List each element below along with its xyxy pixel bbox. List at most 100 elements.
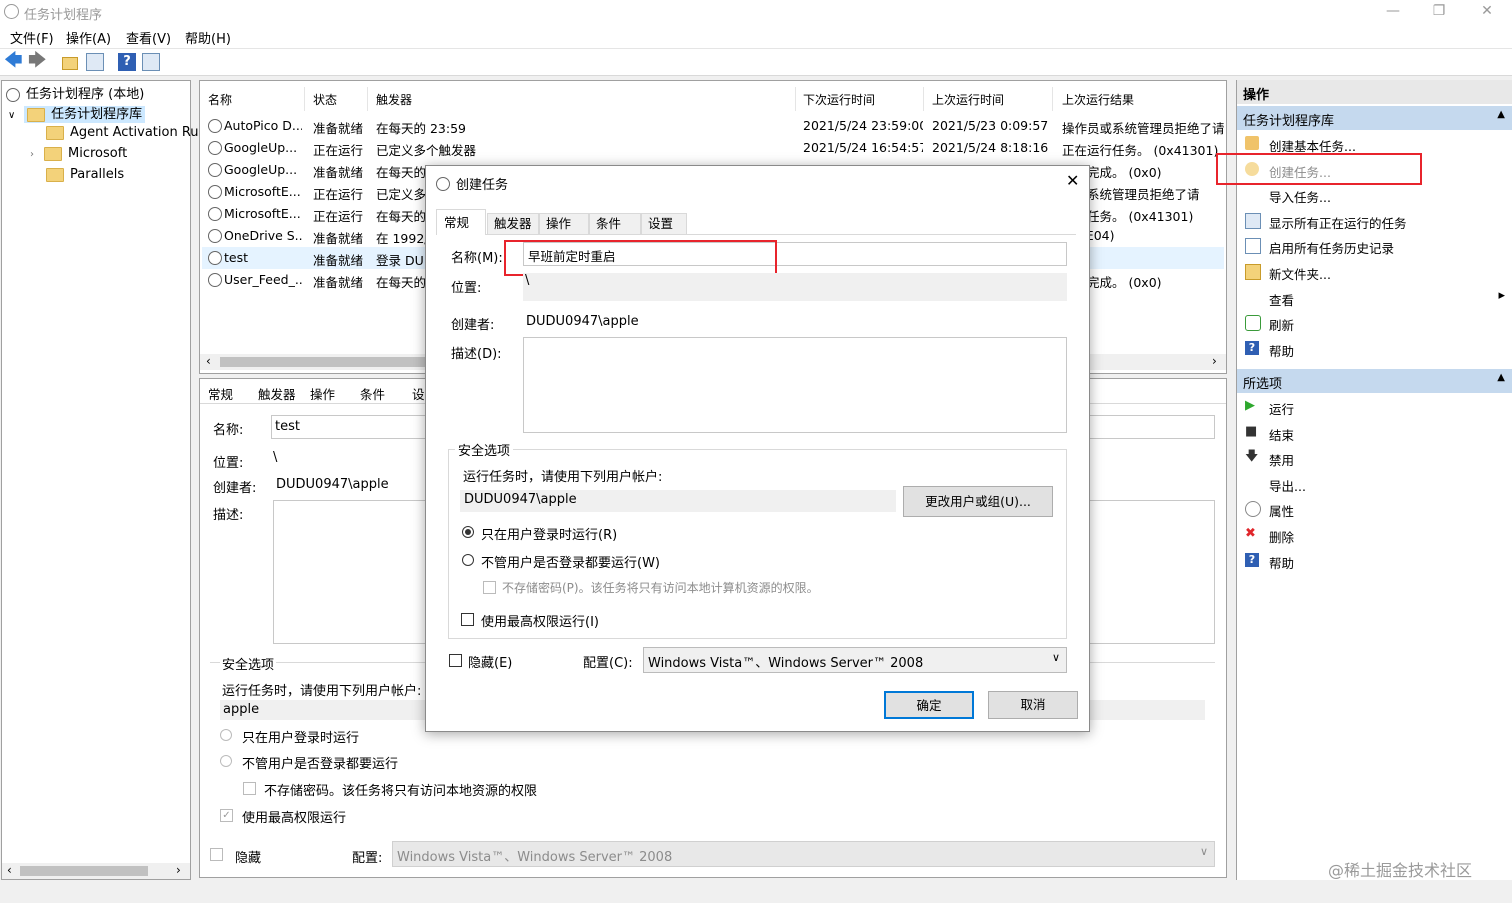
scroll-thumb[interactable] <box>220 357 440 367</box>
dialog-tab-conditions[interactable]: 条件 <box>589 213 641 235</box>
col-header-trigger[interactable]: 触发器 <box>376 91 412 108</box>
col-header-last-result[interactable]: 上次运行结果 <box>1062 91 1134 108</box>
action-item[interactable]: 导出... <box>1237 471 1512 497</box>
folder-icon <box>46 125 64 140</box>
task-cell-last: 2021/5/23 0:09:57 <box>932 118 1049 133</box>
details-tab-actions[interactable]: 操作 <box>310 384 335 403</box>
config-select[interactable]: Windows Vista™、Windows Server™ 2008 ∨ <box>643 647 1067 673</box>
actions-header: 操作 <box>1237 80 1512 104</box>
chevron-right-icon[interactable]: › <box>30 149 44 160</box>
help-icon[interactable]: ? <box>118 53 136 71</box>
back-arrow-icon[interactable]: 🡄 <box>4 52 23 71</box>
show-hide-console-icon[interactable] <box>86 53 104 71</box>
action-item[interactable]: ▶ 运行 <box>1237 394 1512 420</box>
restore-button[interactable]: ❐ <box>1416 0 1462 24</box>
table-row[interactable]: AutoPico D... 准备就绪 在每天的 23:59 2021/5/24 23:… <box>202 115 1225 137</box>
action-item[interactable]: 🡇 禁用 <box>1237 445 1512 471</box>
check-highest-privileges[interactable] <box>461 613 474 626</box>
tree-library[interactable]: ∨ 任务计划程序库 <box>8 103 146 123</box>
show-action-pane-icon[interactable] <box>142 53 160 71</box>
check-hidden[interactable] <box>449 654 462 667</box>
minimize-button[interactable]: — <box>1370 0 1416 24</box>
menu-action[interactable]: 操作(A) <box>66 28 111 47</box>
menu-view[interactable]: 查看(V) <box>126 28 171 47</box>
dialog-tab-triggers[interactable]: 触发器 <box>487 213 539 235</box>
action-label: 查看 <box>1269 292 1295 308</box>
task-clock-icon <box>208 207 222 221</box>
details-config-label: 配置: <box>352 851 383 866</box>
task-cell-status: 准备就绪 <box>313 231 364 246</box>
action-item[interactable]: 属性 <box>1237 496 1512 522</box>
ok-button[interactable]: 确定 <box>884 691 974 719</box>
dialog-desc-input[interactable] <box>523 337 1067 433</box>
action-label: 显示所有正在运行的任务 <box>1269 215 1407 231</box>
actions-section-selected[interactable]: 所选项 ▲ <box>1237 369 1512 393</box>
action-item[interactable]: ✖ 删除 <box>1237 522 1512 548</box>
action-item[interactable]: ? 帮助 <box>1237 548 1512 574</box>
details-tab-triggers[interactable]: 触发器 <box>258 384 296 403</box>
dialog-tab-settings[interactable]: 设置 <box>641 213 687 235</box>
radio-whether-logged-on[interactable] <box>462 554 474 566</box>
action-label: 结束 <box>1269 427 1295 443</box>
scroll-thumb[interactable] <box>20 866 148 876</box>
cancel-button[interactable]: 取消 <box>988 691 1078 719</box>
dialog-location-label: 位置: <box>451 281 482 296</box>
tree-hscrollbar[interactable]: ‹ › <box>2 863 190 879</box>
menu-help[interactable]: 帮助(H) <box>185 28 231 47</box>
dialog-tab-general[interactable]: 常规 <box>436 209 486 235</box>
opt-highest-label: 使用最高权限运行(I) <box>481 615 599 630</box>
action-item[interactable]: 新文件夹... <box>1237 259 1512 285</box>
scroll-right-icon[interactable]: › <box>1212 354 1217 368</box>
details-config-value: Windows Vista™、Windows Server™ 2008 <box>397 850 673 865</box>
properties-icon <box>1245 501 1261 518</box>
task-cell-trigger: 在每天的 23:59 <box>376 121 466 136</box>
scroll-left-icon[interactable]: ‹ <box>7 863 12 877</box>
dialog-close-icon[interactable]: ✕ <box>1066 171 1079 190</box>
title-bar: 任务计划程序 — ❐ ✕ <box>0 0 1512 24</box>
forward-arrow-icon[interactable]: 🡆 <box>28 52 47 71</box>
collapse-up-icon[interactable]: ▲ <box>1497 372 1505 383</box>
tree-item-label: Microsoft <box>68 146 128 161</box>
action-item[interactable]: ■ 结束 <box>1237 420 1512 446</box>
col-header-name[interactable]: 名称 <box>208 91 232 108</box>
chevron-down-icon[interactable]: ∨ <box>8 110 20 121</box>
action-item[interactable]: 启用所有任务历史记录 <box>1237 233 1512 259</box>
details-tab-conditions[interactable]: 条件 <box>360 384 385 403</box>
task-cell-next: 2021/5/24 16:54:57 <box>803 140 923 155</box>
tree-item-parallels[interactable]: Parallels <box>46 167 124 187</box>
task-cell-result: 操作员或系统管理员拒绝了请 <box>1062 121 1225 136</box>
details-tab-settings[interactable]: 设 <box>412 384 425 403</box>
action-label: 帮助 <box>1269 555 1295 571</box>
col-header-last-run[interactable]: 上次运行时间 <box>932 91 1004 108</box>
menu-file[interactable]: 文件(F) <box>10 28 54 47</box>
action-item[interactable]: 导入任务... <box>1237 182 1512 208</box>
action-item[interactable]: ? 帮助 <box>1237 336 1512 362</box>
tree-root[interactable]: 任务计划程序 (本地) <box>6 83 144 103</box>
radio-logged-on[interactable] <box>462 526 474 538</box>
task-clock-icon <box>208 273 222 287</box>
action-item[interactable]: 查看 ▸ <box>1237 285 1512 311</box>
scroll-left-icon[interactable]: ‹ <box>206 354 211 368</box>
task-cell-status: 准备就绪 <box>313 275 364 290</box>
col-header-status[interactable]: 状态 <box>313 91 337 108</box>
tree-item-agent[interactable]: Agent Activation Rui <box>46 125 202 145</box>
task-cell-name: AutoPico D... <box>224 118 302 133</box>
tree-item-microsoft[interactable]: › Microsoft <box>30 146 127 166</box>
import-icon <box>1245 187 1259 201</box>
task-cell-name: GoogleUp... <box>224 162 298 177</box>
change-user-button[interactable]: 更改用户或组(U)... <box>903 486 1053 517</box>
table-row[interactable]: GoogleUp... 正在运行 已定义多个触发器 2021/5/24 16:54:5… <box>202 137 1224 159</box>
details-author-label: 创建者: <box>213 481 257 496</box>
action-item[interactable]: 显示所有正在运行的任务 <box>1237 208 1512 234</box>
scroll-right-icon[interactable]: › <box>176 863 181 877</box>
collapse-up-icon[interactable]: ▲ <box>1497 109 1505 120</box>
close-window-button[interactable]: ✕ <box>1464 0 1510 24</box>
details-tab-general[interactable]: 常规 <box>208 384 233 403</box>
col-header-next-run[interactable]: 下次运行时间 <box>803 91 875 108</box>
up-folder-icon[interactable] <box>62 53 80 71</box>
dialog-tab-actions[interactable]: 操作 <box>539 213 589 235</box>
actions-section-library[interactable]: 任务计划程序库 ▲ <box>1237 106 1512 130</box>
action-label: 启用所有任务历史记录 <box>1269 241 1395 257</box>
folder-icon <box>46 167 64 182</box>
action-item[interactable]: 刷新 <box>1237 310 1512 336</box>
